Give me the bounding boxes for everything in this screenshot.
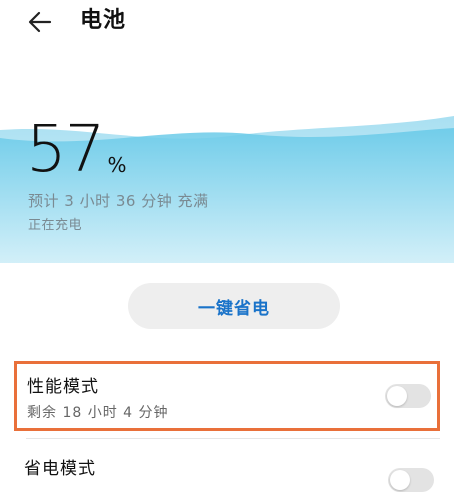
performance-mode-row[interactable]: 性能模式 剩余 18 小时 4 分钟	[14, 361, 440, 431]
power-save-mode-row[interactable]: 省电模式	[14, 446, 440, 492]
battery-level-panel: 57 % 预计 3 小时 36 分钟 充满 正在充电	[0, 88, 454, 263]
toggle-knob	[390, 470, 410, 490]
performance-mode-title: 性能模式	[27, 377, 99, 397]
performance-mode-subtitle: 剩余 18 小时 4 分钟	[27, 405, 169, 421]
battery-percent-unit: %	[107, 153, 127, 177]
page-title: 电池	[80, 8, 127, 33]
row-divider	[26, 438, 440, 439]
header-bar: 电池	[0, 0, 454, 44]
one-key-save-button[interactable]: 一键省电	[128, 283, 340, 329]
battery-percent: 57 %	[26, 118, 126, 182]
charging-status: 正在充电	[28, 218, 83, 233]
arrow-left-icon	[28, 11, 52, 33]
battery-percent-value: 57	[26, 113, 105, 187]
power-save-mode-title: 省电模式	[24, 459, 96, 479]
charge-time-estimate: 预计 3 小时 36 分钟 充满	[28, 192, 209, 210]
power-save-mode-toggle[interactable]	[388, 468, 434, 492]
toggle-knob	[387, 386, 407, 406]
back-button[interactable]	[22, 4, 58, 40]
performance-mode-toggle[interactable]	[385, 384, 431, 408]
